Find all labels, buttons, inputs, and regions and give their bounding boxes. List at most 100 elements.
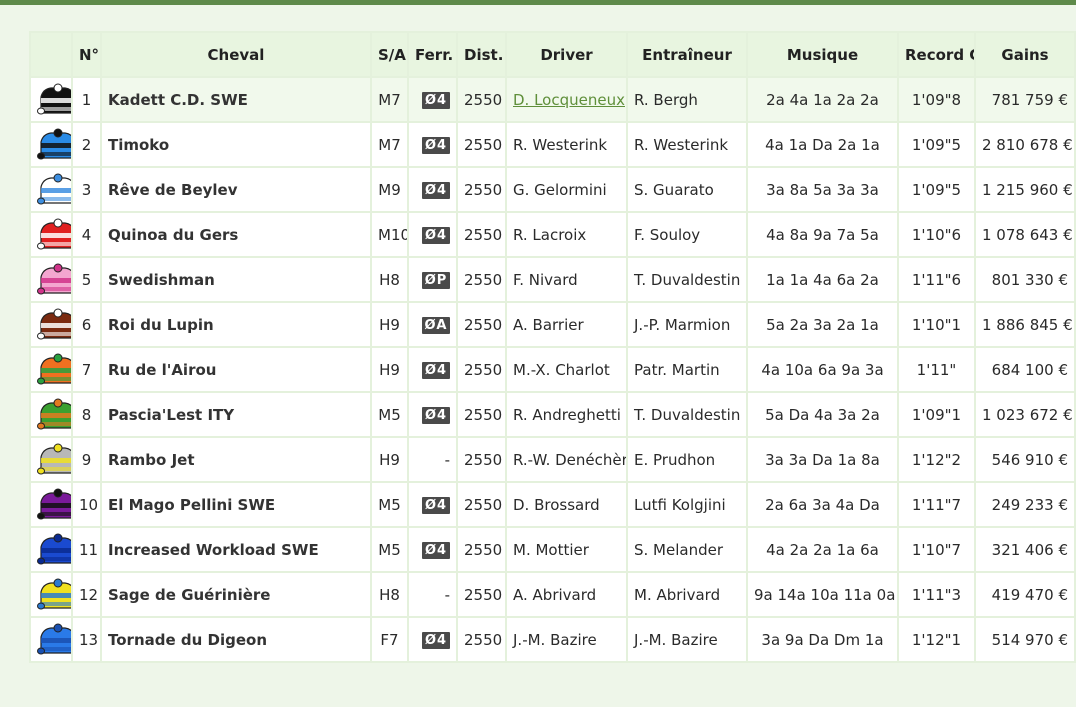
horse-name[interactable]: Tornade du Digeon (100, 616, 372, 663)
sex-age: H8 (370, 256, 409, 303)
horse-name[interactable]: Increased Workload SWE (100, 526, 372, 573)
silk-cell (29, 616, 73, 663)
table-row[interactable]: 6 Roi du Lupin H9 ØA 2550 A. Barrier J.-P. Mar… (29, 301, 1076, 348)
table-row[interactable]: 12 Sage de Guérinière H8 -2550 A. Abrivard M.… (29, 571, 1076, 618)
driver-cell: R.-W. Denéchère (505, 436, 628, 483)
distance: 2550 (456, 391, 507, 438)
col-ferr[interactable]: Ferr. (407, 31, 458, 78)
runner-number: 1 (71, 76, 102, 123)
shoe-icon: Ø4 (422, 226, 450, 244)
col-silk (29, 31, 73, 78)
col-gains[interactable]: Gains (974, 31, 1076, 78)
gains: 321 406 € (974, 526, 1076, 573)
driver-name: M.-X. Charlot (513, 360, 610, 379)
horse-name[interactable]: Timoko (100, 121, 372, 168)
trainer-name: R. Westerink (626, 121, 748, 168)
jockey-silk-icon (37, 398, 70, 429)
table-row[interactable]: 9 Rambo Jet H9 -2550 R.-W. Denéchère E. Prudh… (29, 436, 1076, 483)
horse-name[interactable]: Pascia'Lest ITY (100, 391, 372, 438)
table-row[interactable]: 3 Rêve de Beylev M9 Ø4 2550 G. Gelormini S. Gu… (29, 166, 1076, 213)
col-sa[interactable]: S/A (370, 31, 409, 78)
driver-cell: A. Abrivard (505, 571, 628, 618)
col-dist[interactable]: Dist. (456, 31, 507, 78)
shoeing-cell: Ø4 (407, 76, 458, 123)
jockey-silk-icon (37, 173, 70, 204)
runner-number: 4 (71, 211, 102, 258)
horse-name[interactable]: Sage de Guérinière (100, 571, 372, 618)
record: 1'10"6 (897, 211, 976, 258)
trainer-name: F. Souloy (626, 211, 748, 258)
table-row[interactable]: 11 Increased Workload SWE M5 Ø4 2550 M. Motti… (29, 526, 1076, 573)
sex-age: M9 (370, 166, 409, 213)
shoeing-cell: Ø4 (407, 391, 458, 438)
sex-age: M5 (370, 481, 409, 528)
trainer-name: Lutfi Kolgjini (626, 481, 748, 528)
shoe-icon: ØP (422, 271, 450, 289)
table-row[interactable]: 13 Tornade du Digeon F7 Ø4 2550 J.-M. Bazire J… (29, 616, 1076, 663)
jockey-silk-icon (37, 533, 70, 564)
horse-name[interactable]: Swedishman (100, 256, 372, 303)
jockey-silk-icon (37, 623, 70, 654)
horse-name[interactable]: Kadett C.D. SWE (100, 76, 372, 123)
driver-cell: D. Locqueneux (505, 76, 628, 123)
driver-name: A. Barrier (513, 315, 584, 334)
gains: 1 886 845 € (974, 301, 1076, 348)
driver-name: R. Westerink (513, 135, 608, 154)
table-row[interactable]: 5 Swedishman H8 ØP 2550 F. Nivard T. Duvaldest… (29, 256, 1076, 303)
shoe-icon: Ø4 (422, 181, 450, 199)
record: 1'09"8 (897, 76, 976, 123)
driver-name: R. Andreghetti (513, 405, 621, 424)
table-row[interactable]: 10 El Mago Pellini SWE M5 Ø4 2550 D. Brossard… (29, 481, 1076, 528)
table-row[interactable]: 8 Pascia'Lest ITY M5 Ø4 2550 R. Andreghetti T.… (29, 391, 1076, 438)
jockey-silk-icon (37, 218, 70, 249)
driver-link[interactable]: D. Locqueneux (513, 91, 625, 109)
record: 1'10"7 (897, 526, 976, 573)
jockey-silk-icon (37, 128, 70, 159)
gains: 249 233 € (974, 481, 1076, 528)
horse-name[interactable]: Ru de l'Airou (100, 346, 372, 393)
trainer-name: S. Guarato (626, 166, 748, 213)
shoe-icon: Ø4 (422, 406, 450, 424)
table-row[interactable]: 2 Timoko M7 Ø4 2550 R. Westerink R. Westerink 4… (29, 121, 1076, 168)
driver-name: J.-M. Bazire (513, 630, 597, 649)
silk-cell (29, 346, 73, 393)
sex-age: H9 (370, 436, 409, 483)
distance: 2550 (456, 301, 507, 348)
horse-name[interactable]: Quinoa du Gers (100, 211, 372, 258)
col-num[interactable]: N° (71, 31, 102, 78)
distance: 2550 (456, 481, 507, 528)
col-music[interactable]: Musique (746, 31, 899, 78)
horse-name[interactable]: El Mago Pellini SWE (100, 481, 372, 528)
table-row[interactable]: 1 Kadett C.D. SWE M7 Ø4 2550 D. Locqueneux R. … (29, 76, 1076, 123)
gains: 514 970 € (974, 616, 1076, 663)
music: 9a 14a 10a 11a 0a (746, 571, 899, 618)
music: 4a 10a 6a 9a 3a (746, 346, 899, 393)
horse-name[interactable]: Rêve de Beylev (100, 166, 372, 213)
shoe-icon: Ø4 (422, 136, 450, 154)
shoeing-cell: Ø4 (407, 346, 458, 393)
top-bar (0, 0, 1076, 5)
trainer-name: E. Prudhon (626, 436, 748, 483)
driver-cell: A. Barrier (505, 301, 628, 348)
runner-number: 5 (71, 256, 102, 303)
col-horse[interactable]: Cheval (100, 31, 372, 78)
shoeing-cell: Ø4 (407, 211, 458, 258)
col-record[interactable]: Record Général (897, 31, 976, 78)
runner-number: 6 (71, 301, 102, 348)
music: 2a 4a 1a 2a 2a (746, 76, 899, 123)
shoeing-cell: - (407, 571, 458, 618)
col-trainer[interactable]: Entraîneur (626, 31, 748, 78)
horse-name[interactable]: Rambo Jet (100, 436, 372, 483)
runner-number: 11 (71, 526, 102, 573)
sex-age: H8 (370, 571, 409, 618)
table-row[interactable]: 7 Ru de l'Airou H9 Ø4 2550 M.-X. Charlot Patr.… (29, 346, 1076, 393)
driver-name: M. Mottier (513, 540, 589, 559)
record: 1'11" (897, 346, 976, 393)
col-driver[interactable]: Driver (505, 31, 628, 78)
horse-name[interactable]: Roi du Lupin (100, 301, 372, 348)
record: 1'12"2 (897, 436, 976, 483)
table-row[interactable]: 4 Quinoa du Gers M10 Ø4 2550 R. Lacroix F. Sou… (29, 211, 1076, 258)
silk-cell (29, 76, 73, 123)
trainer-name: Patr. Martin (626, 346, 748, 393)
runner-number: 8 (71, 391, 102, 438)
